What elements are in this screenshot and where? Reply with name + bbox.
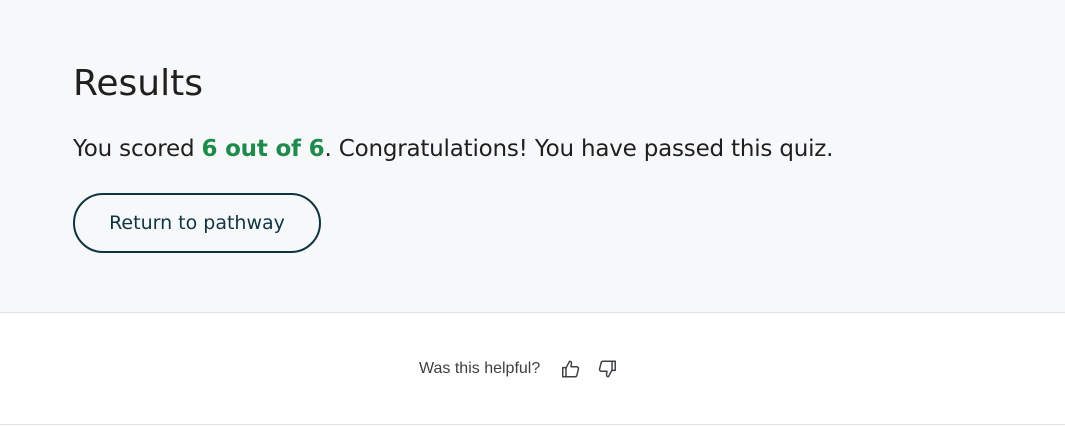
score-suffix: . Congratulations! You have passed this …: [324, 136, 834, 162]
feedback-bar: Was this helpful?: [0, 313, 1065, 425]
helpful-question: Was this helpful?: [419, 360, 541, 377]
thumbs-up-button[interactable]: [558, 356, 584, 382]
score-message: You scored 6 out of 6. Congratulations! …: [73, 133, 833, 165]
thumbs-up-icon: [562, 360, 580, 378]
score-prefix: You scored: [73, 136, 202, 162]
return-to-pathway-button[interactable]: Return to pathway: [73, 193, 321, 253]
results-panel: Results You scored 6 out of 6. Congratul…: [0, 0, 1065, 313]
score-value: 6 out of 6: [201, 136, 325, 162]
results-title: Results: [73, 63, 203, 104]
thumbs-down-button[interactable]: [594, 356, 620, 382]
thumbs-down-icon: [598, 360, 616, 378]
